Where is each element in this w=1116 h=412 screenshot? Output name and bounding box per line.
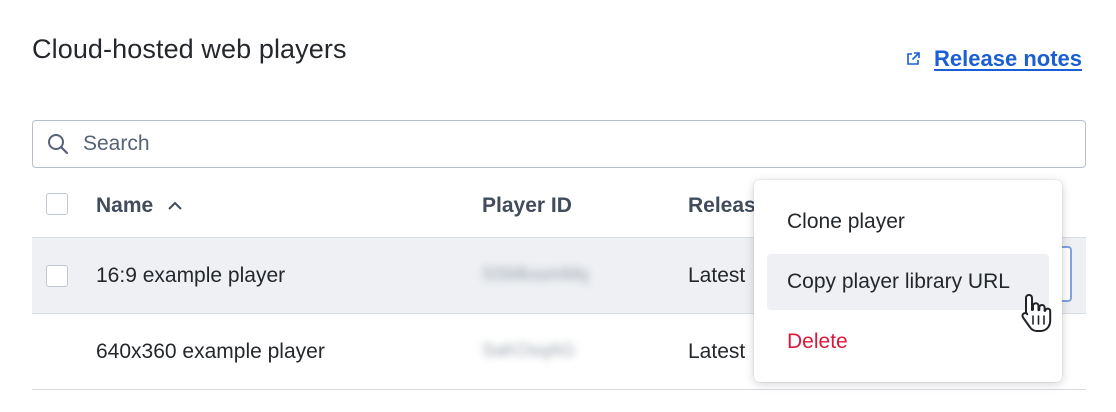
hand-pointer-icon [1021, 294, 1052, 332]
menu-item-delete[interactable]: Delete [767, 314, 1049, 370]
row-context-menu: Clone player Copy player library URL Del… [754, 180, 1062, 382]
player-name[interactable]: 640x360 example player [96, 340, 325, 364]
player-id: SSMkssmMq [482, 264, 589, 284]
player-release: Latest [688, 340, 746, 363]
external-link-icon [907, 52, 920, 65]
select-all-checkbox[interactable] [46, 193, 68, 215]
search-box[interactable] [32, 120, 1086, 168]
player-name[interactable]: 16:9 example player [96, 264, 285, 288]
search-icon [48, 134, 69, 155]
menu-item-copy-library-url[interactable]: Copy player library URL [767, 254, 1049, 310]
release-notes-link[interactable]: Release notes [906, 46, 1082, 72]
column-header-name-label[interactable]: Name [96, 194, 153, 217]
menu-item-clone-player[interactable]: Clone player [767, 194, 1049, 250]
page-title: Cloud-hosted web players [32, 34, 347, 64]
player-id: SaKOsqAG [482, 340, 576, 360]
page: Cloud-hosted web players Release notes N… [0, 0, 1116, 412]
search-input[interactable] [81, 131, 985, 157]
column-header-player-id[interactable]: Player ID [482, 194, 572, 218]
chevron-up-icon[interactable] [167, 200, 183, 212]
player-release: Latest [688, 264, 746, 287]
column-header-release[interactable]: Releas [688, 194, 756, 218]
column-header-name[interactable]: Name [96, 194, 183, 218]
release-notes-label[interactable]: Release notes [934, 46, 1082, 72]
row-checkbox[interactable] [46, 265, 68, 287]
